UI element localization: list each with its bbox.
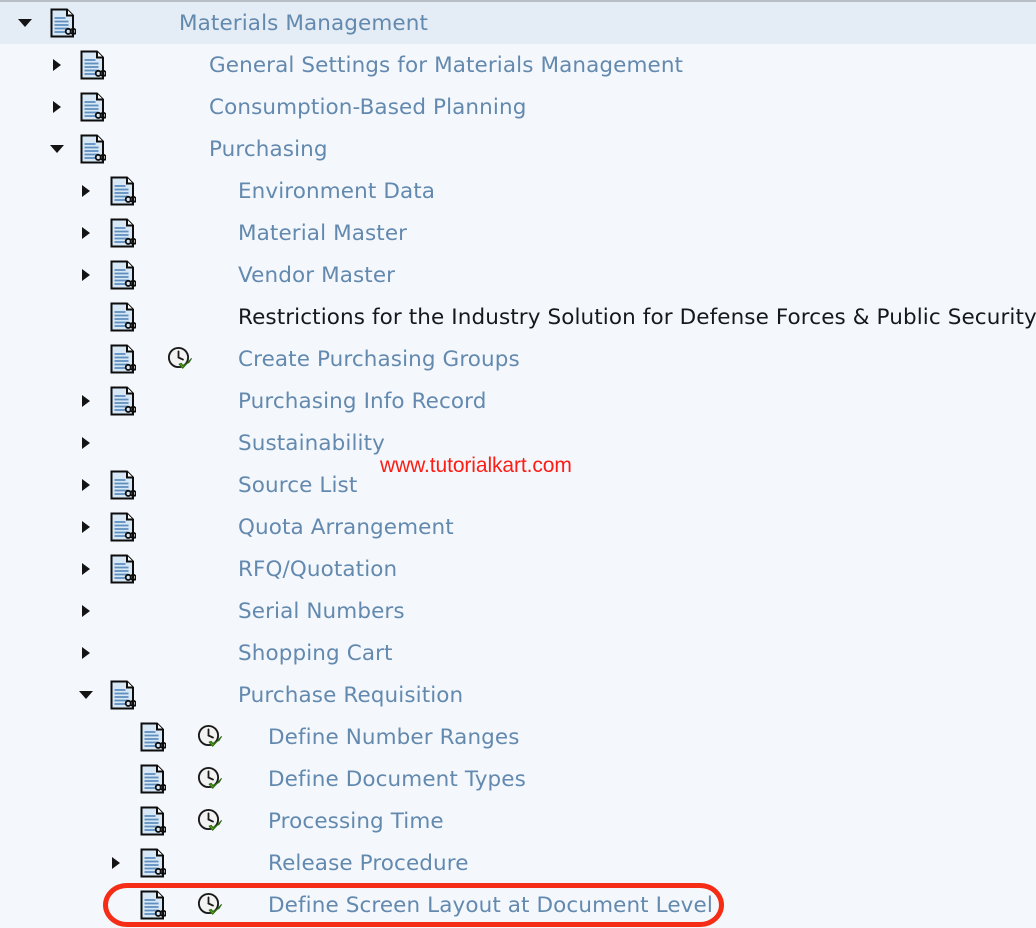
- tree-row-material-master[interactable]: Material Master: [0, 212, 1036, 254]
- expand-arrow-right-icon-shopping-cart[interactable]: [79, 646, 93, 660]
- img-activity-tree[interactable]: Materials Management General Settings for…: [0, 2, 1036, 926]
- tree-row-shopping-cart[interactable]: Shopping Cart: [0, 632, 1036, 674]
- tree-label-release-procedure[interactable]: Release Procedure: [268, 851, 469, 876]
- tree-row-purchase-requisition[interactable]: Purchase Requisition: [0, 674, 1036, 716]
- tree-label-create-purchasing-groups[interactable]: Create Purchasing Groups: [238, 347, 520, 372]
- document-icon-define-number-ranges[interactable]: [140, 722, 166, 752]
- document-icon-consumption-based-planning[interactable]: [80, 92, 106, 122]
- tree-label-serial-numbers[interactable]: Serial Numbers: [238, 599, 405, 624]
- tree-row-consumption-based-planning[interactable]: Consumption-Based Planning: [0, 86, 1036, 128]
- expand-arrow-right-icon-sustainability[interactable]: [79, 436, 93, 450]
- tree-label-purchasing[interactable]: Purchasing: [209, 137, 328, 162]
- tree-row-define-document-types[interactable]: Define Document Types: [0, 758, 1036, 800]
- document-icon-release-procedure[interactable]: [140, 848, 166, 878]
- tree-row-source-list[interactable]: Source List: [0, 464, 1036, 506]
- expand-arrow-down-icon-purchase-requisition[interactable]: [79, 688, 93, 702]
- expand-arrow-right-icon-general-settings-for-materials-management[interactable]: [50, 58, 64, 72]
- tree-row-materials-management[interactable]: Materials Management: [0, 2, 1036, 44]
- tree-label-materials-management[interactable]: Materials Management: [179, 11, 428, 36]
- expand-arrow-right-icon-rfq-quotation[interactable]: [79, 562, 93, 576]
- expand-arrow-down-icon-materials-management[interactable]: [18, 16, 32, 30]
- clock-check-icon-define-document-types[interactable]: [196, 765, 224, 793]
- tree-row-rfq-quotation[interactable]: RFQ/Quotation: [0, 548, 1036, 590]
- document-icon-purchase-requisition[interactable]: [110, 680, 136, 710]
- document-icon-general-settings-for-materials-management[interactable]: [80, 50, 106, 80]
- document-icon-define-screen-layout-at-document-level[interactable]: [140, 890, 166, 920]
- expand-arrow-right-icon-quota-arrangement[interactable]: [79, 520, 93, 534]
- document-icon-materials-management[interactable]: [50, 8, 76, 38]
- document-icon-quota-arrangement[interactable]: [110, 512, 136, 542]
- document-icon-vendor-master[interactable]: [110, 260, 136, 290]
- tree-label-source-list[interactable]: Source List: [238, 473, 357, 498]
- tree-label-rfq-quotation[interactable]: RFQ/Quotation: [238, 557, 397, 582]
- tree-row-serial-numbers[interactable]: Serial Numbers: [0, 590, 1036, 632]
- tree-row-environment-data[interactable]: Environment Data: [0, 170, 1036, 212]
- tree-row-define-number-ranges[interactable]: Define Number Ranges: [0, 716, 1036, 758]
- expand-arrow-right-icon-vendor-master[interactable]: [79, 268, 93, 282]
- tree-label-restrictions-for-the-industry-solution-for-defense-forces-public-security[interactable]: Restrictions for the Industry Solution f…: [238, 305, 1036, 330]
- clock-check-icon-processing-time[interactable]: [196, 807, 224, 835]
- tree-label-consumption-based-planning[interactable]: Consumption-Based Planning: [209, 95, 526, 120]
- document-icon-rfq-quotation[interactable]: [110, 554, 136, 584]
- tree-row-processing-time[interactable]: Processing Time: [0, 800, 1036, 842]
- document-icon-define-document-types[interactable]: [140, 764, 166, 794]
- expand-arrow-down-icon-purchasing[interactable]: [50, 142, 64, 156]
- tree-label-define-document-types[interactable]: Define Document Types: [268, 767, 526, 792]
- tree-label-environment-data[interactable]: Environment Data: [238, 179, 435, 204]
- clock-check-icon-create-purchasing-groups[interactable]: [166, 345, 194, 373]
- document-icon-material-master[interactable]: [110, 218, 136, 248]
- document-icon-purchasing-info-record[interactable]: [110, 386, 136, 416]
- tree-row-define-screen-layout-at-document-level[interactable]: Define Screen Layout at Document Level: [0, 884, 1036, 926]
- document-icon-processing-time[interactable]: [140, 806, 166, 836]
- tree-label-shopping-cart[interactable]: Shopping Cart: [238, 641, 393, 666]
- expand-arrow-right-icon-serial-numbers[interactable]: [79, 604, 93, 618]
- tree-label-define-number-ranges[interactable]: Define Number Ranges: [268, 725, 520, 750]
- tree-row-restrictions-for-the-industry-solution-for-defense-forces-public-security[interactable]: Restrictions for the Industry Solution f…: [0, 296, 1036, 338]
- tree-label-vendor-master[interactable]: Vendor Master: [238, 263, 395, 288]
- tree-row-general-settings-for-materials-management[interactable]: General Settings for Materials Managemen…: [0, 44, 1036, 86]
- tree-label-purchasing-info-record[interactable]: Purchasing Info Record: [238, 389, 487, 414]
- tree-label-material-master[interactable]: Material Master: [238, 221, 407, 246]
- expand-arrow-right-icon-source-list[interactable]: [79, 478, 93, 492]
- document-icon-purchasing[interactable]: [80, 134, 106, 164]
- tree-row-purchasing-info-record[interactable]: Purchasing Info Record: [0, 380, 1036, 422]
- tree-label-purchase-requisition[interactable]: Purchase Requisition: [238, 683, 463, 708]
- tree-row-purchasing[interactable]: Purchasing: [0, 128, 1036, 170]
- tree-label-general-settings-for-materials-management[interactable]: General Settings for Materials Managemen…: [209, 53, 683, 78]
- clock-check-icon-define-number-ranges[interactable]: [196, 723, 224, 751]
- tree-row-release-procedure[interactable]: Release Procedure: [0, 842, 1036, 884]
- clock-check-icon-define-screen-layout-at-document-level[interactable]: [196, 891, 224, 919]
- document-icon-environment-data[interactable]: [110, 176, 136, 206]
- tree-row-vendor-master[interactable]: Vendor Master: [0, 254, 1036, 296]
- tree-row-sustainability[interactable]: Sustainability: [0, 422, 1036, 464]
- tree-label-sustainability[interactable]: Sustainability: [238, 431, 385, 456]
- tree-label-define-screen-layout-at-document-level[interactable]: Define Screen Layout at Document Level: [268, 893, 713, 918]
- expand-arrow-right-icon-material-master[interactable]: [79, 226, 93, 240]
- tree-row-create-purchasing-groups[interactable]: Create Purchasing Groups: [0, 338, 1036, 380]
- tree-row-quota-arrangement[interactable]: Quota Arrangement: [0, 506, 1036, 548]
- expand-arrow-right-icon-consumption-based-planning[interactable]: [50, 100, 64, 114]
- document-icon-restrictions-for-the-industry-solution-for-defense-forces-public-security[interactable]: [110, 302, 136, 332]
- expand-arrow-right-icon-environment-data[interactable]: [79, 184, 93, 198]
- expand-arrow-right-icon-purchasing-info-record[interactable]: [79, 394, 93, 408]
- document-icon-source-list[interactable]: [110, 470, 136, 500]
- document-icon-create-purchasing-groups[interactable]: [110, 344, 136, 374]
- img-tree-window: Materials Management General Settings for…: [0, 0, 1036, 928]
- tree-label-quota-arrangement[interactable]: Quota Arrangement: [238, 515, 454, 540]
- tree-label-processing-time[interactable]: Processing Time: [268, 809, 444, 834]
- expand-arrow-right-icon-release-procedure[interactable]: [109, 856, 123, 870]
